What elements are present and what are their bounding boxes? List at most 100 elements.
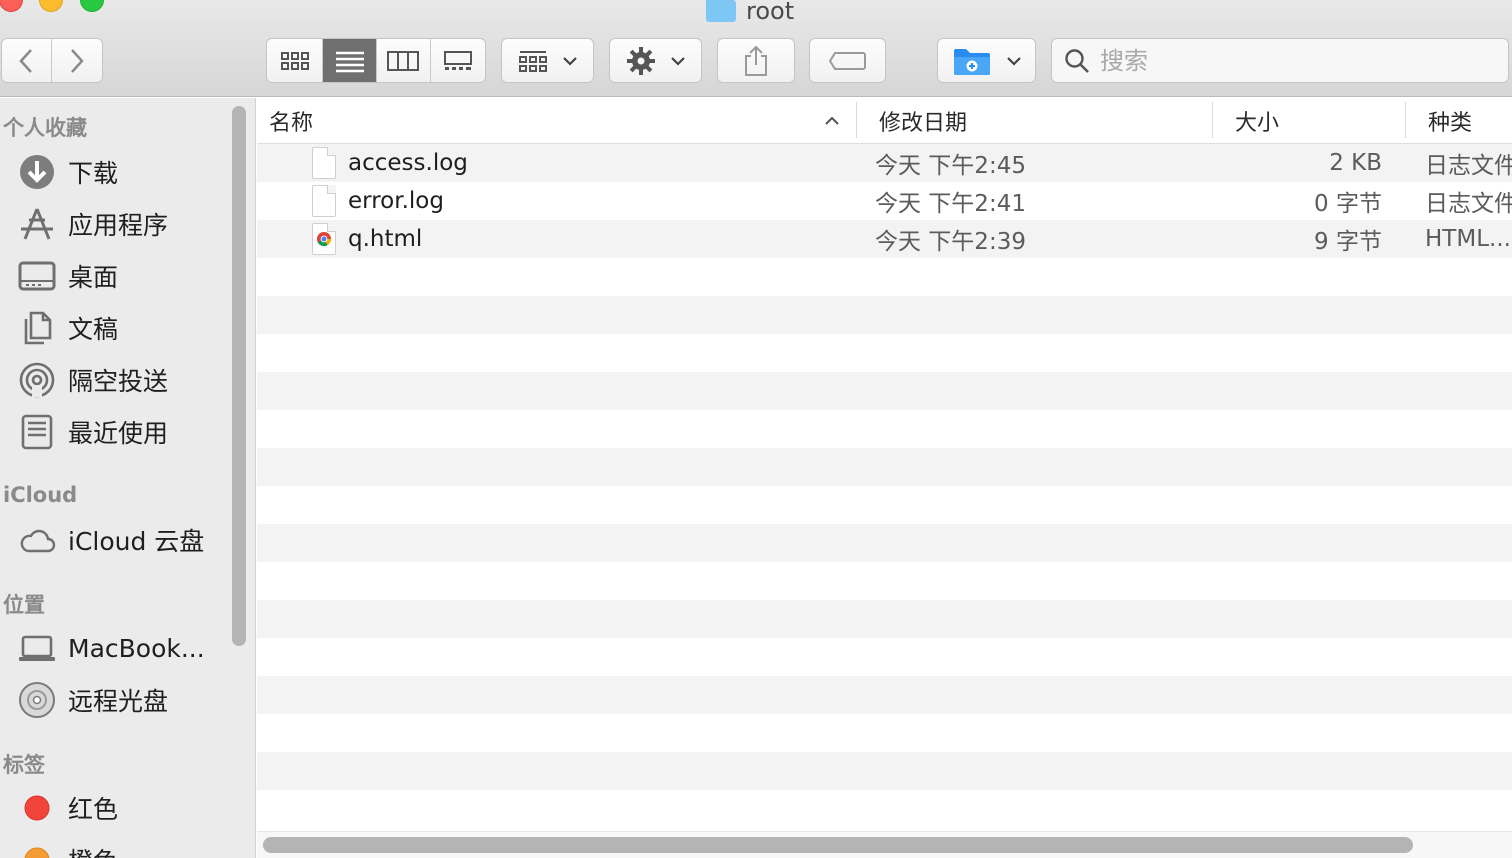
search-field[interactable] <box>1051 38 1509 83</box>
empty-row <box>257 790 1512 828</box>
view-mode-control <box>266 38 486 83</box>
search-icon <box>1065 48 1089 73</box>
file-name: access.log <box>348 150 468 176</box>
sidebar-item-desktop[interactable]: 桌面 <box>18 254 118 298</box>
column-header-kind[interactable]: 种类 <box>1428 98 1472 144</box>
gallery-view-icon <box>443 50 472 70</box>
sidebar-item-icloud-drive[interactable]: iCloud 云盘 <box>18 518 204 562</box>
sidebar-item-recents[interactable]: 最近使用 <box>18 410 168 454</box>
empty-row <box>257 524 1512 562</box>
sidebar-section-favorites: 个人收藏 <box>3 116 87 140</box>
table-row[interactable]: q.html 今天 下午2:39 9 字节 HTML... <box>257 220 1512 258</box>
chevron-down-icon <box>1006 56 1021 66</box>
file-size: 9 字节 <box>1314 229 1382 255</box>
new-folder-button[interactable] <box>937 38 1036 83</box>
sidebar-item-label: 下载 <box>68 159 119 188</box>
column-header-date[interactable]: 修改日期 <box>879 98 967 144</box>
toolbar: root <box>0 0 1512 97</box>
file-date: 今天 下午2:41 <box>875 191 1026 217</box>
search-input[interactable] <box>1100 46 1480 75</box>
file-name-cell: q.html <box>312 220 422 258</box>
empty-row <box>257 752 1512 790</box>
tag-orange-icon <box>18 841 56 858</box>
file-size: 2 KB <box>1329 150 1382 176</box>
group-icon <box>518 50 547 72</box>
file-kind: HTML... <box>1425 226 1511 252</box>
forward-button[interactable] <box>52 39 102 82</box>
table-row[interactable]: access.log 今天 下午2:45 2 KB 日志文件 <box>257 144 1512 182</box>
empty-row <box>257 410 1512 448</box>
zoom-window-button[interactable] <box>80 0 104 12</box>
minimize-window-button[interactable] <box>39 0 63 12</box>
empty-row <box>257 486 1512 524</box>
sidebar-item-label: 红色 <box>68 795 119 824</box>
download-icon <box>18 153 56 191</box>
column-divider[interactable] <box>1212 102 1213 138</box>
share-icon <box>745 45 767 76</box>
chevron-down-icon <box>670 56 685 66</box>
sidebar-section-icloud: iCloud <box>3 483 78 507</box>
sidebar-item-label: MacBook... <box>68 633 205 663</box>
file-date: 今天 下午2:39 <box>875 229 1026 255</box>
list-header: 名称 修改日期 大小 种类 <box>257 98 1512 144</box>
column-header-name[interactable]: 名称 <box>269 98 857 144</box>
sidebar-item-tag-red[interactable]: 红色 <box>18 786 118 830</box>
tag-red-icon <box>18 789 56 827</box>
column-view-icon <box>387 50 420 71</box>
column-divider[interactable] <box>1405 102 1406 138</box>
chevron-left-icon <box>19 48 33 73</box>
grid-view-icon <box>280 51 309 70</box>
sidebar-item-label: iCloud 云盘 <box>68 527 205 556</box>
column-view-button[interactable] <box>377 39 431 82</box>
sidebar-item-downloads[interactable]: 下载 <box>18 150 118 194</box>
laptop-icon <box>18 629 56 667</box>
list-view-icon <box>335 51 364 72</box>
empty-row <box>257 638 1512 676</box>
horizontal-scrollbar[interactable] <box>263 837 1413 853</box>
new-folder-icon <box>953 48 990 75</box>
back-button[interactable] <box>2 39 52 82</box>
column-header-label: 种类 <box>1428 111 1473 136</box>
airdrop-icon <box>18 361 56 399</box>
file-name: q.html <box>348 226 423 252</box>
close-window-button[interactable] <box>0 0 23 12</box>
documents-icon <box>18 309 56 347</box>
gear-icon <box>626 46 655 75</box>
file-list: 名称 修改日期 大小 种类 access.log 今天 下午2:45 2 KB … <box>257 98 1512 858</box>
empty-row <box>257 334 1512 372</box>
sidebar-item-tag-orange[interactable]: 橙色 <box>18 838 118 858</box>
gallery-view-button[interactable] <box>431 39 485 82</box>
share-button[interactable] <box>717 38 795 83</box>
icon-view-button[interactable] <box>267 39 324 82</box>
group-by-button[interactable] <box>501 38 594 83</box>
tags-button[interactable] <box>809 38 886 83</box>
action-menu-button[interactable] <box>609 38 702 83</box>
column-header-size[interactable]: 大小 <box>1235 98 1279 144</box>
recents-icon <box>18 413 56 451</box>
sidebar-item-label: 桌面 <box>68 263 119 292</box>
sidebar-item-macbook[interactable]: MacBook... <box>18 626 205 670</box>
sort-ascending-icon <box>825 116 839 125</box>
sidebar-item-airdrop[interactable]: 隔空投送 <box>18 358 168 402</box>
sidebar-item-documents[interactable]: 文稿 <box>18 306 118 350</box>
empty-row <box>257 600 1512 638</box>
file-name: error.log <box>348 188 444 214</box>
document-icon <box>312 147 336 179</box>
sidebar-item-label: 最近使用 <box>68 419 169 448</box>
chrome-document-icon <box>312 223 336 255</box>
sidebar-scrollbar[interactable] <box>232 106 246 646</box>
file-date: 今天 下午2:45 <box>875 153 1026 179</box>
list-view-button[interactable] <box>323 39 377 82</box>
disc-icon <box>18 681 56 719</box>
empty-row <box>257 258 1512 296</box>
column-divider[interactable] <box>856 102 857 138</box>
sidebar-item-applications[interactable]: 应用程序 <box>18 202 168 246</box>
chevron-down-icon <box>562 56 577 66</box>
empty-row <box>257 714 1512 752</box>
window-title-text: root <box>746 0 795 25</box>
table-row[interactable]: error.log 今天 下午2:41 0 字节 日志文件 <box>257 182 1512 220</box>
file-size: 0 字节 <box>1314 191 1382 217</box>
sidebar-item-remote-disc[interactable]: 远程光盘 <box>18 678 168 722</box>
document-icon <box>312 185 336 217</box>
empty-row <box>257 296 1512 334</box>
